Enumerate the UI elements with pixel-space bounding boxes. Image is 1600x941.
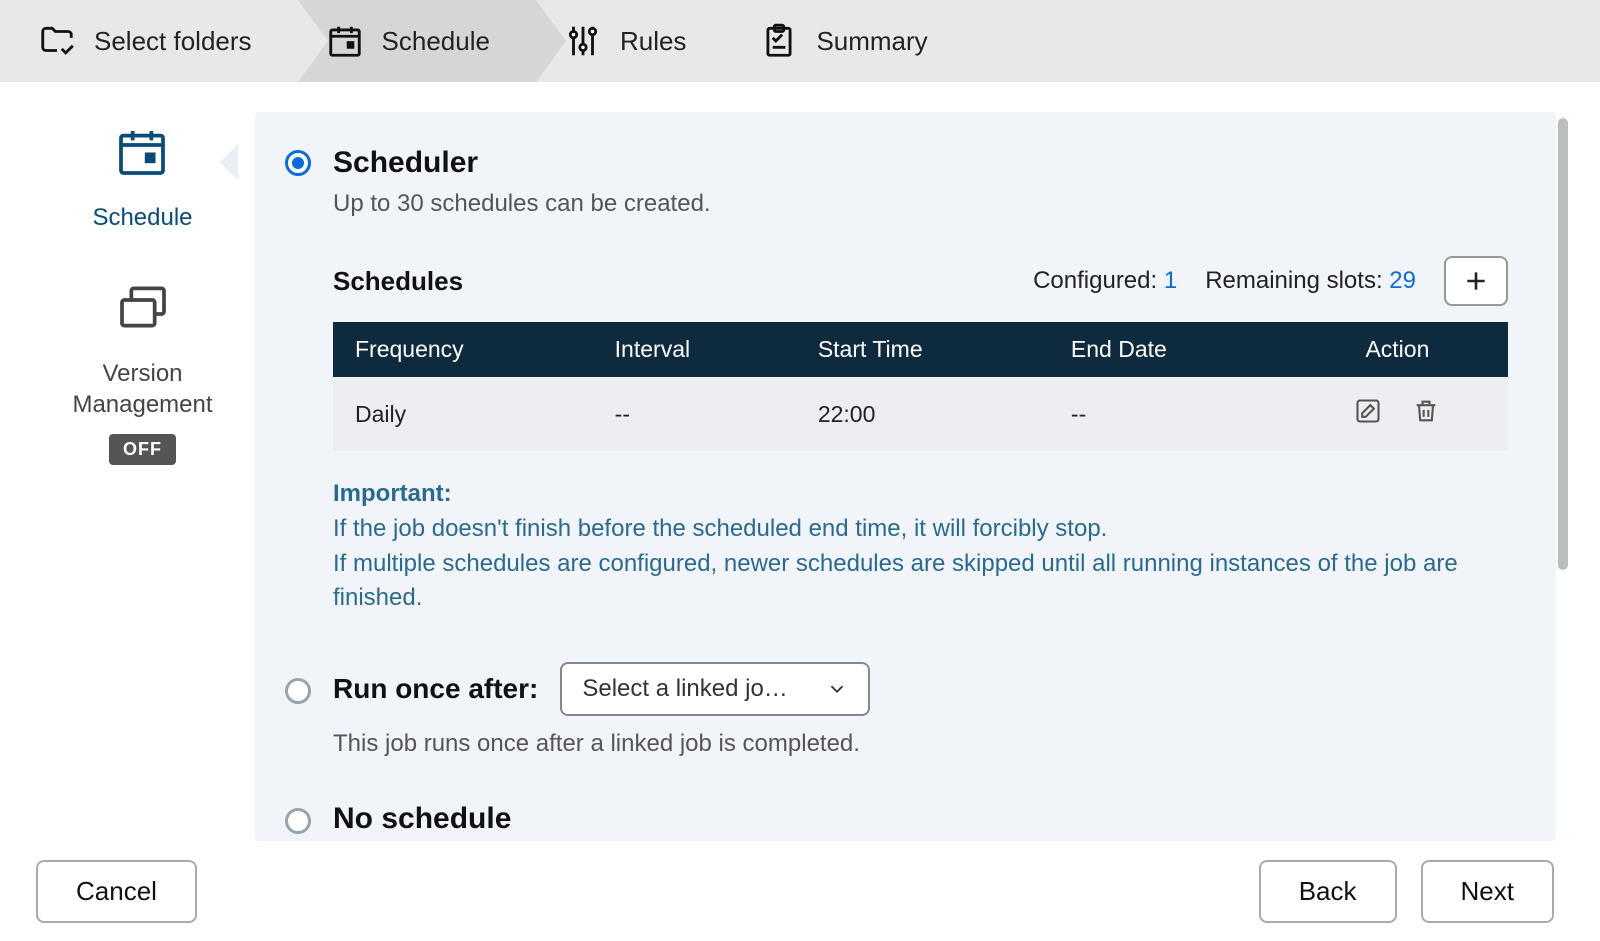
calendar-icon — [114, 124, 170, 188]
run-once-description: This job runs once after a linked job is… — [333, 730, 1508, 758]
remaining-slots: Remaining slots: 29 — [1205, 267, 1416, 295]
col-action: Action — [1287, 322, 1508, 377]
trash-icon — [1412, 397, 1440, 425]
edit-icon — [1354, 397, 1382, 425]
back-button[interactable]: Back — [1259, 860, 1397, 923]
col-start-time: Start Time — [796, 322, 1049, 377]
table-row: Daily -- 22:00 -- — [333, 377, 1508, 451]
chevron-down-icon — [826, 678, 848, 700]
edit-button[interactable] — [1354, 397, 1382, 431]
add-schedule-button[interactable] — [1444, 256, 1508, 306]
col-end-date: End Date — [1049, 322, 1287, 377]
stack-icon — [115, 279, 171, 343]
radio-no-schedule[interactable] — [285, 808, 311, 834]
sidebar-item-version-management[interactable]: Version Management OFF — [72, 279, 212, 465]
cell-interval: -- — [593, 377, 796, 451]
panel-scrollbar[interactable] — [1556, 112, 1570, 841]
linked-job-select[interactable]: Select a linked jo… — [560, 662, 870, 716]
col-frequency: Frequency — [333, 322, 593, 377]
sidebar-item-label: Schedule — [92, 202, 192, 233]
sidebar: Schedule Version Management OFF — [30, 112, 255, 841]
folder-check-icon — [38, 22, 76, 60]
important-note: Important: If the job doesn't finish bef… — [333, 477, 1508, 616]
schedules-heading: Schedules — [333, 266, 463, 297]
step-label: Select folders — [94, 26, 252, 57]
step-label: Rules — [620, 26, 686, 57]
cancel-button[interactable]: Cancel — [36, 860, 197, 923]
off-badge: OFF — [109, 434, 176, 465]
clipboard-check-icon — [760, 22, 798, 60]
cell-end-date: -- — [1049, 377, 1287, 451]
sidebar-item-label: Version Management — [72, 358, 212, 420]
sidebar-item-schedule[interactable]: Schedule — [92, 124, 192, 233]
plus-icon — [1463, 268, 1489, 294]
col-interval: Interval — [593, 322, 796, 377]
next-button[interactable]: Next — [1421, 860, 1554, 923]
step-label: Summary — [816, 26, 927, 57]
configured-count: Configured: 1 — [1033, 267, 1177, 295]
delete-button[interactable] — [1412, 397, 1440, 431]
cell-start-time: 22:00 — [796, 377, 1049, 451]
wizard-stepper: Select folders Schedule Rules Summary — [0, 0, 1600, 82]
step-select-folders[interactable]: Select folders — [10, 0, 298, 82]
footer: Cancel Back Next — [0, 841, 1600, 941]
sliders-icon — [564, 22, 602, 60]
step-summary[interactable]: Summary — [732, 0, 973, 82]
select-value: Select a linked jo… — [582, 675, 787, 703]
scheduler-subtitle: Up to 30 schedules can be created. — [333, 190, 1508, 218]
radio-scheduler[interactable] — [285, 150, 311, 176]
no-schedule-title: No schedule — [333, 802, 511, 836]
schedules-table: Frequency Interval Start Time End Date A… — [333, 322, 1508, 451]
calendar-icon — [326, 22, 364, 60]
step-label: Schedule — [382, 26, 490, 57]
scheduler-title: Scheduler — [333, 146, 1508, 180]
step-schedule[interactable]: Schedule — [298, 0, 536, 82]
cell-frequency: Daily — [333, 377, 593, 451]
schedule-panel: Scheduler Up to 30 schedules can be crea… — [255, 112, 1556, 841]
scrollbar-thumb[interactable] — [1558, 118, 1568, 570]
run-once-title: Run once after: — [333, 673, 538, 705]
radio-run-once-after[interactable] — [285, 678, 311, 704]
